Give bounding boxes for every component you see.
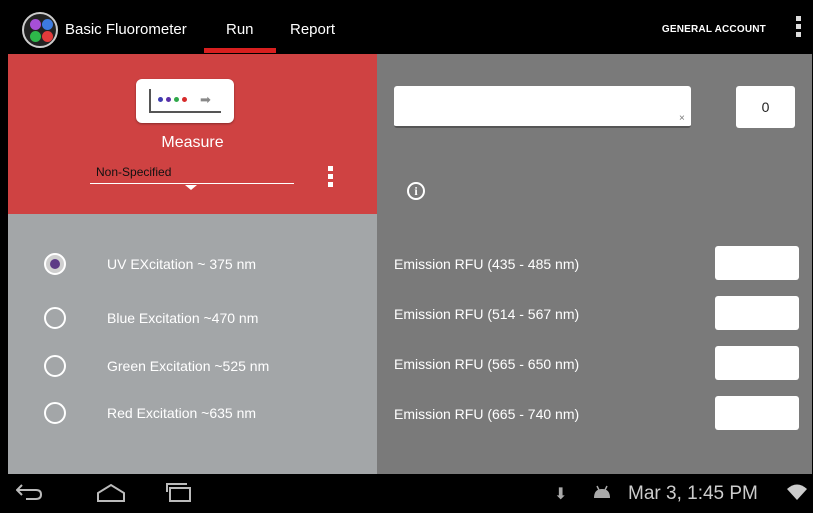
info-icon[interactable]: i	[407, 182, 425, 200]
radio-button[interactable]	[44, 253, 66, 275]
arrow-right-icon: ➡	[200, 92, 211, 107]
measure-label: Measure	[161, 134, 224, 151]
system-nav-bar: ⬇ Mar 3, 1:45 PM	[0, 474, 813, 513]
sample-panel: × 0 i	[377, 54, 812, 214]
recent-apps-icon[interactable]	[164, 481, 194, 503]
radio-button[interactable]	[44, 355, 66, 377]
sample-type-spinner[interactable]: Non-Specified	[90, 162, 294, 190]
excitation-option-green[interactable]: Green Excitation ~525 nm	[8, 352, 377, 382]
emission-row: Emission RFU (665 - 740 nm)	[377, 396, 812, 430]
measure-overflow-icon[interactable]	[328, 166, 334, 190]
emission-value-field[interactable]	[715, 246, 799, 280]
emission-label: Emission RFU (665 - 740 nm)	[394, 406, 580, 422]
caret-down-icon	[185, 185, 197, 190]
emission-list: Emission RFU (435 - 485 nm) Emission RFU…	[377, 214, 812, 474]
excitation-label: Green Excitation ~525 nm	[107, 358, 270, 374]
emission-label: Emission RFU (514 - 567 nm)	[394, 306, 580, 322]
app-title: Basic Fluorometer	[65, 21, 187, 38]
sample-count-field[interactable]: 0	[736, 86, 795, 128]
radio-button[interactable]	[44, 402, 66, 424]
tab-run[interactable]: Run	[226, 21, 254, 38]
excitation-option-blue[interactable]: Blue Excitation ~470 nm	[8, 304, 377, 334]
emission-value-field[interactable]	[715, 346, 799, 380]
app-logo-icon[interactable]	[22, 12, 58, 48]
chart-axis-icon	[149, 89, 151, 113]
excitation-option-red[interactable]: Red Excitation ~635 nm	[8, 399, 377, 429]
status-clock: Mar 3, 1:45 PM	[628, 483, 758, 504]
spinner-value: Non-Specified	[96, 165, 172, 179]
measure-panel: ➡ Measure Non-Specified	[8, 54, 377, 214]
emission-value-field[interactable]	[715, 296, 799, 330]
excitation-label: UV EXcitation ~ 375 nm	[107, 256, 257, 272]
action-bar: Basic Fluorometer Run Report GENERAL ACC…	[8, 8, 812, 54]
account-button[interactable]: GENERAL ACCOUNT	[662, 24, 766, 35]
emission-row: Emission RFU (514 - 567 nm)	[377, 296, 812, 330]
back-icon[interactable]	[16, 482, 42, 500]
measure-button[interactable]: ➡	[136, 79, 234, 123]
overflow-menu-icon[interactable]	[792, 16, 804, 42]
excitation-label: Red Excitation ~635 nm	[107, 405, 257, 421]
wifi-icon	[787, 484, 807, 500]
emission-row: Emission RFU (435 - 485 nm)	[377, 246, 812, 280]
emission-row: Emission RFU (565 - 650 nm)	[377, 346, 812, 380]
tab-report[interactable]: Report	[290, 21, 335, 38]
active-tab-indicator	[204, 48, 276, 53]
sample-name-input[interactable]	[394, 86, 691, 128]
home-icon[interactable]	[96, 483, 126, 503]
download-icon: ⬇	[554, 486, 568, 503]
radio-button[interactable]	[44, 307, 66, 329]
excitation-list: UV EXcitation ~ 375 nm Blue Excitation ~…	[8, 214, 377, 474]
excitation-option-uv[interactable]: UV EXcitation ~ 375 nm	[8, 250, 377, 280]
android-icon	[594, 485, 610, 498]
emission-label: Emission RFU (565 - 650 nm)	[394, 356, 580, 372]
excitation-label: Blue Excitation ~470 nm	[107, 310, 259, 326]
emission-label: Emission RFU (435 - 485 nm)	[394, 256, 580, 272]
emission-value-field[interactable]	[715, 396, 799, 430]
